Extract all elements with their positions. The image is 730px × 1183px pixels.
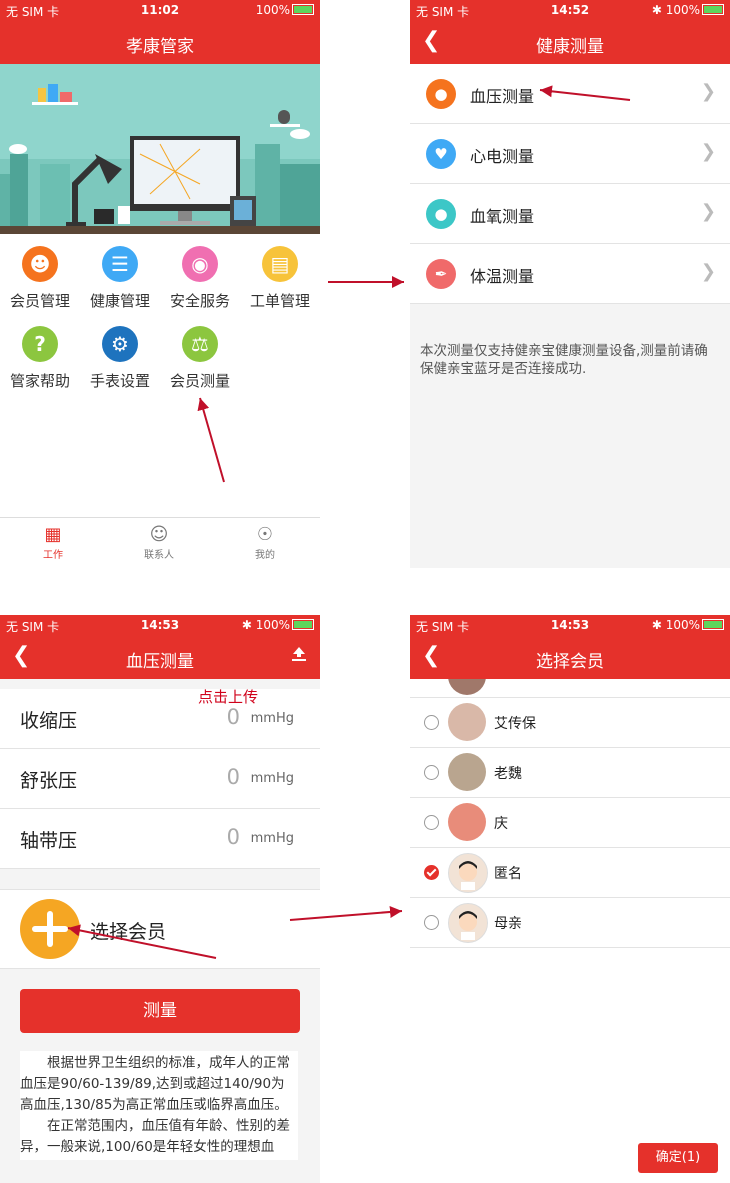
health-measure-screen: 无 SIM 卡 14:52 ✱ 100% ❮ 健康测量 ● 血压测量 ❯ ♥ 心… <box>410 0 730 568</box>
cuff-pressure-row[interactable]: 轴带压 0 mmHg <box>0 809 320 869</box>
measure-note: 本次测量仅支持健亲宝健康测量设备,测量前请确保健亲宝蓝牙是否连接成功. <box>420 343 708 377</box>
nav-bar: ❮ 健康测量 <box>410 20 730 64</box>
help-icon: ? <box>22 326 58 362</box>
measure-button[interactable]: 测量 <box>20 989 300 1033</box>
location-icon: ◉ <box>182 246 218 282</box>
list-item[interactable] <box>410 679 730 698</box>
avatar <box>448 679 486 695</box>
chevron-right-icon: ❯ <box>700 201 716 222</box>
tab-contacts[interactable]: ☺ 联系人 <box>119 524 199 561</box>
grid-item-work-order[interactable]: ▤ 工单管理 <box>240 246 320 311</box>
battery-indicator: ✱ 100% <box>652 618 724 632</box>
battery-indicator: ✱ 100% <box>652 3 724 17</box>
gear-icon: ⚙ <box>102 326 138 362</box>
function-grid: ☻ 会员管理 ☰ 健康管理 ◉ 安全服务 ▤ 工单管理 ? 管家帮助 ⚙ 手表设… <box>0 234 320 517</box>
profile-icon: ☉ <box>256 524 274 545</box>
list-item[interactable]: 艾传保 <box>410 698 730 748</box>
folder-icon: ▤ <box>262 246 298 282</box>
contacts-icon: ☺ <box>149 524 169 545</box>
list-item-ecg[interactable]: ♥ 心电测量 ❯ <box>410 124 730 184</box>
radio-button[interactable] <box>424 765 439 780</box>
office-illustration <box>0 84 320 234</box>
work-icon: ▦ <box>44 524 62 545</box>
diastolic-row[interactable]: 舒张压 0 mmHg <box>0 749 320 809</box>
blood-pressure-info: 根据世界卫生组织的标准，成年人的正常血压是90/60-139/89,达到或超过1… <box>20 1051 298 1160</box>
list-item[interactable]: 母亲 <box>410 898 730 948</box>
select-member-screen: 无 SIM 卡 14:53 ✱ 100% ❮ 选择会员 艾传保 老魏 庆 匿名 … <box>410 615 730 1183</box>
battery-icon <box>292 619 314 630</box>
systolic-row[interactable]: 收缩压 0 mmHg <box>0 689 320 749</box>
status-bar: 无 SIM 卡 14:52 ✱ 100% <box>410 0 730 20</box>
radio-button[interactable] <box>424 815 439 830</box>
list-item-blood-oxygen[interactable]: ● 血氧测量 ❯ <box>410 184 730 244</box>
page-title: 健康测量 <box>536 37 604 57</box>
radio-button[interactable] <box>424 715 439 730</box>
radio-button[interactable] <box>424 915 439 930</box>
nav-bar: 孝康管家 <box>0 20 320 64</box>
list-item-temperature[interactable]: ✒ 体温测量 ❯ <box>410 244 730 304</box>
select-member-row[interactable]: 选择会员 <box>0 889 320 969</box>
page-title: 选择会员 <box>536 652 604 672</box>
upload-icon[interactable] <box>290 645 308 667</box>
grid-item-safety-service[interactable]: ◉ 安全服务 <box>160 246 240 311</box>
grid-item-watch-settings[interactable]: ⚙ 手表设置 <box>80 326 160 391</box>
battery-icon <box>702 4 724 15</box>
list-item[interactable]: 匿名 <box>410 848 730 898</box>
battery-indicator: 100% <box>256 3 314 17</box>
tab-bar: ▦ 工作 ☺ 联系人 ☉ 我的 <box>0 517 320 568</box>
list-item[interactable]: 庆 <box>410 798 730 848</box>
avatar <box>448 853 488 893</box>
chevron-right-icon: ❯ <box>700 261 716 282</box>
thermometer-icon: ✒ <box>426 259 456 289</box>
list-item[interactable]: 老魏 <box>410 748 730 798</box>
systolic-value: 0 <box>226 705 240 729</box>
avatar <box>448 803 486 841</box>
page-title: 孝康管家 <box>126 37 194 57</box>
members-icon: ☻ <box>22 246 58 282</box>
grid-item-member-measure[interactable]: ⚖ 会员测量 <box>160 326 240 391</box>
add-icon[interactable] <box>20 899 80 959</box>
tab-work[interactable]: ▦ 工作 <box>13 524 93 561</box>
diastolic-value: 0 <box>226 765 240 789</box>
blood-pressure-screen: 无 SIM 卡 14:53 ✱ 100% ❮ 血压测量 收缩压 0 mmHg 舒… <box>0 615 320 1183</box>
chevron-right-icon: ❯ <box>700 81 716 102</box>
nav-bar: ❮ 血压测量 <box>0 635 320 679</box>
cuff-pressure-value: 0 <box>226 825 240 849</box>
confirm-button[interactable]: 确定(1) <box>638 1143 718 1173</box>
avatar <box>448 703 486 741</box>
battery-icon <box>702 619 724 630</box>
avatar <box>448 753 486 791</box>
member-list: 艾传保 老魏 庆 匿名 母亲 <box>410 679 730 948</box>
grid-item-butler-help[interactable]: ? 管家帮助 <box>0 326 80 391</box>
status-bar: 无 SIM 卡 11:02 100% <box>0 0 320 20</box>
scale-icon: ⚖ <box>182 326 218 362</box>
battery-icon <box>292 4 314 15</box>
tab-mine[interactable]: ☉ 我的 <box>225 524 305 561</box>
home-screen: 无 SIM 卡 11:02 100% 孝康管家 ☻ 会员管理 ☰ 健康管理 ◉ … <box>0 0 320 568</box>
battery-indicator: ✱ 100% <box>242 618 314 632</box>
heart-icon: ♥ <box>426 139 456 169</box>
chevron-right-icon: ❯ <box>700 141 716 162</box>
page-title: 血压测量 <box>126 652 194 672</box>
nav-bar: ❮ 选择会员 <box>410 635 730 679</box>
droplet-icon: ● <box>426 199 456 229</box>
grid-item-member-management[interactable]: ☻ 会员管理 <box>0 246 80 311</box>
avatar <box>448 903 488 943</box>
upload-annotation: 点击上传 <box>198 688 259 706</box>
grid-item-health-management[interactable]: ☰ 健康管理 <box>80 246 160 311</box>
pressure-gauge-icon: ● <box>426 79 456 109</box>
measure-list: ● 血压测量 ❯ ♥ 心电测量 ❯ ● 血氧测量 ❯ ✒ 体温测量 ❯ <box>410 64 730 304</box>
banner-illustration <box>0 64 320 234</box>
radio-button-checked[interactable] <box>424 865 439 880</box>
status-bar: 无 SIM 卡 14:53 ✱ 100% <box>0 615 320 635</box>
health-doc-icon: ☰ <box>102 246 138 282</box>
status-bar: 无 SIM 卡 14:53 ✱ 100% <box>410 615 730 635</box>
list-item-blood-pressure[interactable]: ● 血压测量 ❯ <box>410 64 730 124</box>
